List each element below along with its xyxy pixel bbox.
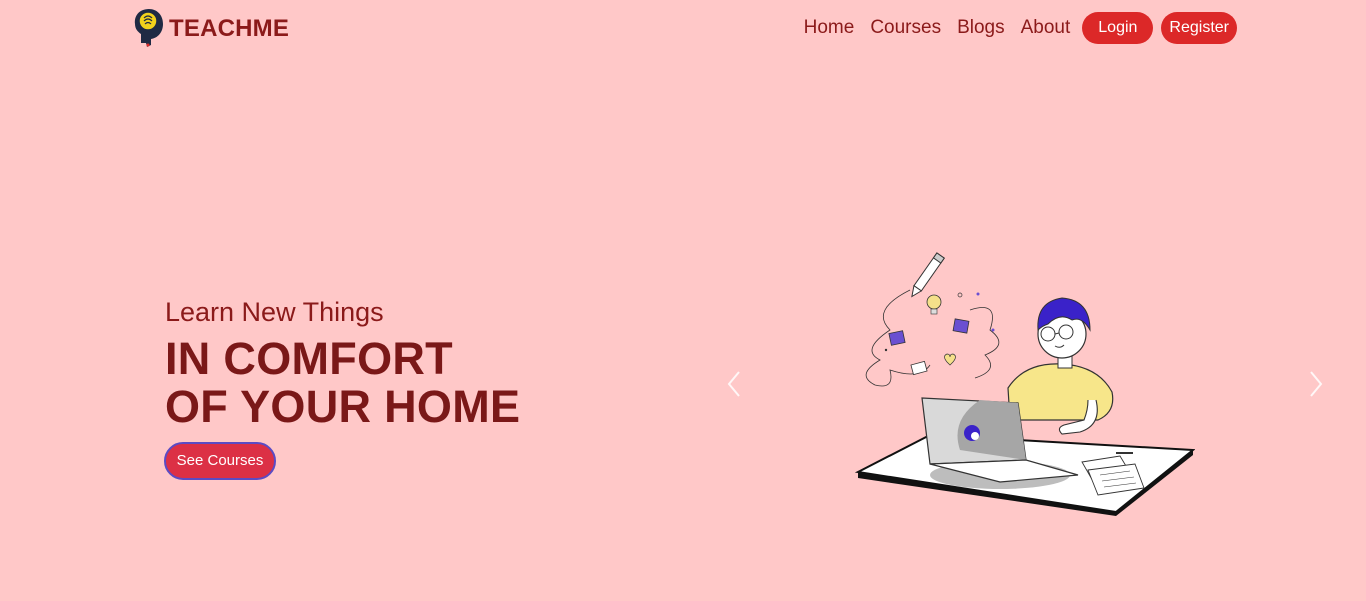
navbar: TEACHME Home Courses Blogs About Login R…: [0, 0, 1366, 56]
login-button[interactable]: Login: [1082, 12, 1154, 44]
student-laptop-illustration: [854, 252, 1195, 516]
hero-text: Learn New Things IN COMFORT OF YOUR HOME: [165, 296, 520, 431]
hero-subtitle: Learn New Things: [165, 297, 384, 327]
hero-headline-line-2: OF YOUR HOME: [165, 381, 521, 432]
nav-about[interactable]: About: [1021, 16, 1071, 40]
nav-home[interactable]: Home: [804, 16, 855, 40]
register-button[interactable]: Register: [1161, 12, 1237, 44]
see-courses-button[interactable]: See Courses: [164, 442, 276, 480]
hero-headline-line-1: IN COMFORT: [165, 333, 453, 384]
head-lightbulb-icon: [134, 9, 163, 47]
chevron-left-icon[interactable]: [725, 368, 745, 400]
nav-courses[interactable]: Courses: [870, 16, 941, 40]
nav-blogs[interactable]: Blogs: [957, 16, 1005, 40]
nav-links: Home Courses Blogs About Login Register: [804, 12, 1237, 44]
brand[interactable]: TEACHME: [133, 7, 289, 49]
hero-headline: IN COMFORT OF YOUR HOME: [165, 335, 520, 431]
chevron-right-icon[interactable]: [1305, 368, 1325, 400]
brand-name: TEACHME: [169, 15, 290, 42]
